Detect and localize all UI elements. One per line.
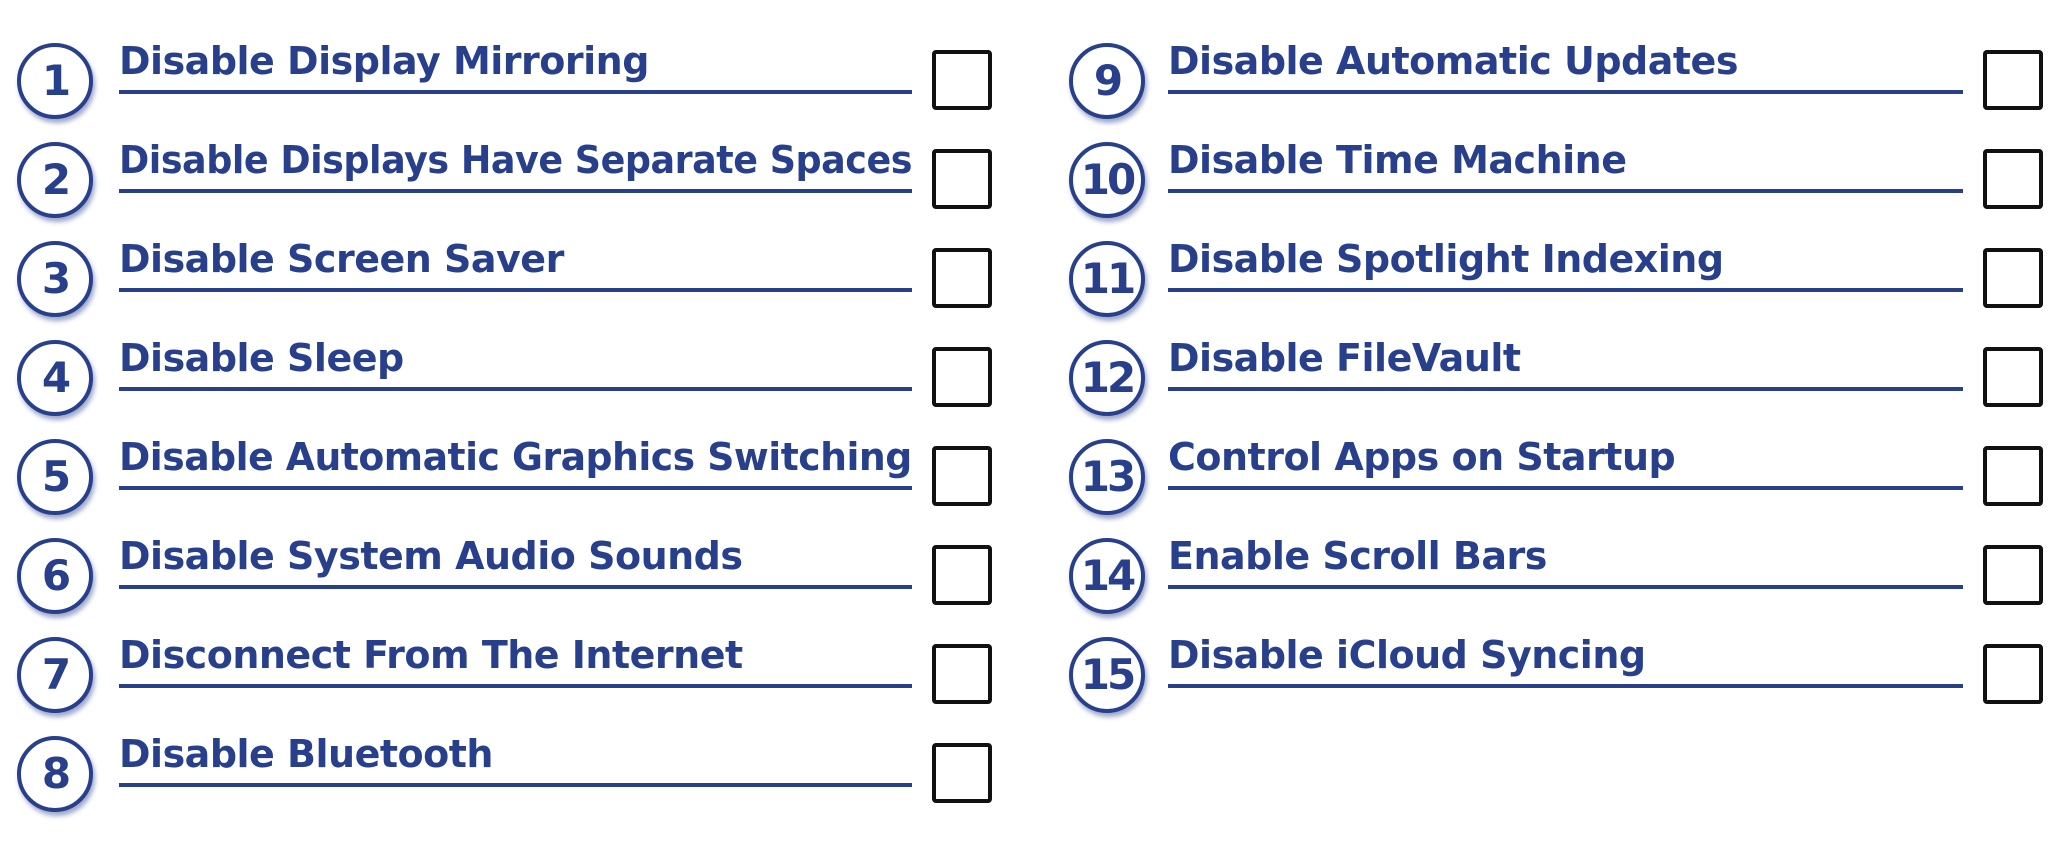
underline-divider [1168,189,1963,193]
underline-divider [1168,90,1963,94]
underline-divider [1168,288,1963,292]
checkbox[interactable] [932,644,992,704]
item-label: Disable Screen Saver [119,237,564,281]
checklist-item: 6 Disable System Audio Sounds [17,534,992,637]
underline-divider [119,90,912,94]
underline-divider [119,486,912,490]
underline-divider [119,189,912,193]
checkbox[interactable] [932,50,992,110]
checkbox[interactable] [932,248,992,308]
step-number-badge: 6 [17,538,93,614]
checkbox[interactable] [1983,446,2043,506]
underline-divider [1168,387,1963,391]
item-label: Enable Scroll Bars [1168,534,1547,578]
step-number-badge: 1 [17,43,93,119]
underline-divider [119,288,912,292]
item-label: Disable Spotlight Indexing [1168,237,1724,281]
item-label: Disable Displays Have Separate Spaces [119,138,912,182]
checklist-item: 13 Control Apps on Startup [1069,435,2043,538]
checklist-item: 4 Disable Sleep [17,336,992,439]
step-number-badge: 11 [1069,241,1145,317]
step-number-badge: 14 [1069,538,1145,614]
underline-divider [119,684,912,688]
checklist-item: 14 Enable Scroll Bars [1069,534,2043,637]
item-label: Disable Display Mirroring [119,39,649,83]
step-number-badge: 12 [1069,340,1145,416]
step-number-badge: 3 [17,241,93,317]
step-number-badge: 9 [1069,43,1145,119]
step-number-badge: 7 [17,637,93,713]
step-number-badge: 10 [1069,142,1145,218]
item-label: Disable Sleep [119,336,404,380]
underline-divider [119,387,912,391]
item-label: Disable System Audio Sounds [119,534,743,578]
checkbox[interactable] [932,347,992,407]
item-label: Disable FileVault [1168,336,1521,380]
checklist-item: 1 Disable Display Mirroring [17,39,992,142]
step-number-badge: 5 [17,439,93,515]
checklist-item: 2 Disable Displays Have Separate Spaces [17,138,992,241]
item-label: Disable Bluetooth [119,732,493,776]
checkbox[interactable] [1983,248,2043,308]
step-number-badge: 15 [1069,637,1145,713]
checklist-item: 9 Disable Automatic Updates [1069,39,2043,142]
item-label: Disable Automatic Graphics Switching [119,435,912,479]
checkbox[interactable] [1983,347,2043,407]
underline-divider [1168,684,1963,688]
item-label: Control Apps on Startup [1168,435,1676,479]
item-label: Disconnect From The Internet [119,633,743,677]
checkbox[interactable] [1983,149,2043,209]
checkbox[interactable] [1983,545,2043,605]
step-number-badge: 8 [17,736,93,812]
checkbox[interactable] [932,743,992,803]
checklist-item: 5 Disable Automatic Graphics Switching [17,435,992,538]
step-number-badge: 2 [17,142,93,218]
checklist-item: 11 Disable Spotlight Indexing [1069,237,2043,340]
checkbox[interactable] [932,446,992,506]
checklist-item: 7 Disconnect From The Internet [17,633,992,736]
step-number-badge: 4 [17,340,93,416]
checklist-item: 12 Disable FileVault [1069,336,2043,439]
underline-divider [119,783,912,787]
underline-divider [119,585,912,589]
checkbox[interactable] [932,545,992,605]
checklist-item: 3 Disable Screen Saver [17,237,992,340]
underline-divider [1168,585,1963,589]
item-label: Disable Automatic Updates [1168,39,1738,83]
checkbox[interactable] [1983,644,2043,704]
checklist-item: 10 Disable Time Machine [1069,138,2043,241]
underline-divider [1168,486,1963,490]
step-number-badge: 13 [1069,439,1145,515]
checkbox[interactable] [1983,50,2043,110]
checklist-item: 15 Disable iCloud Syncing [1069,633,2043,736]
item-label: Disable iCloud Syncing [1168,633,1646,677]
checklist-item: 8 Disable Bluetooth [17,732,992,835]
checkbox[interactable] [932,149,992,209]
item-label: Disable Time Machine [1168,138,1627,182]
